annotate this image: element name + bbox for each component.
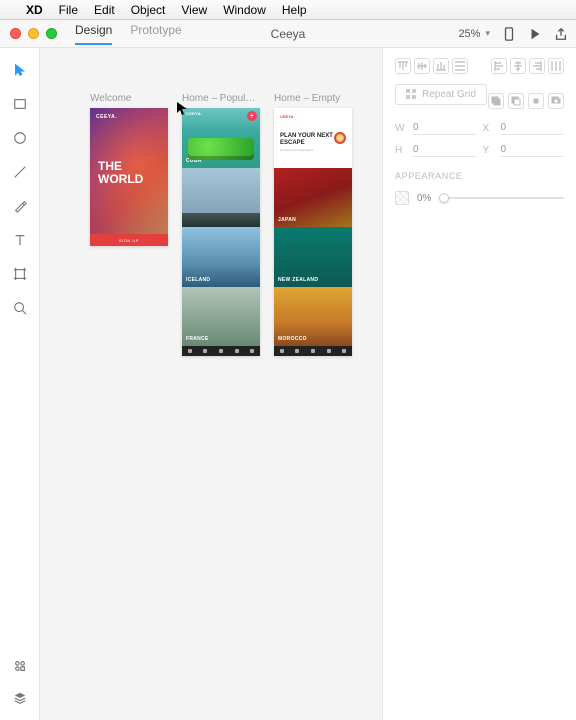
- properties-panel: Repeat Grid W X H Y APPEARANCE: [382, 48, 576, 720]
- slider-handle[interactable]: [439, 193, 449, 203]
- align-hcenter-icon[interactable]: [510, 58, 526, 74]
- path-add-icon[interactable]: [488, 93, 504, 109]
- canvas[interactable]: Welcome CEEYA. THE WORLD SIGN UP Home – …: [40, 48, 382, 720]
- tile-label: FRANCE: [186, 336, 209, 342]
- ellipse-tool[interactable]: [12, 130, 28, 146]
- opacity-value: 0%: [417, 193, 431, 204]
- tile-label: JAPAN: [278, 217, 296, 223]
- path-subtract-icon[interactable]: [508, 93, 524, 109]
- tile-france: FRANCE: [182, 287, 260, 347]
- tile-label: ICELAND: [186, 277, 210, 283]
- artboard-label[interactable]: Home – Populat...: [182, 93, 260, 104]
- h-label: H: [395, 145, 407, 156]
- artboard-welcome[interactable]: Welcome CEEYA. THE WORLD SIGN UP: [90, 93, 168, 246]
- bottom-nav: [182, 346, 260, 356]
- hero-subtitle: To these pro destinations: [280, 148, 346, 152]
- window-controls: [10, 28, 57, 39]
- align-top-icon[interactable]: [395, 58, 411, 74]
- zoom-window-button[interactable]: [46, 28, 57, 39]
- align-vcenter-icon[interactable]: [414, 58, 430, 74]
- align-right-icon[interactable]: [529, 58, 545, 74]
- brand-logo: CEEYA.: [90, 108, 168, 120]
- brand-logo: CEEYA.: [186, 111, 202, 116]
- artboard-home-populated[interactable]: Home – Populat... CEEYA. + CUBA ICELAND …: [182, 93, 260, 356]
- app-window: Design Prototype Ceeya 25% ▾: [0, 20, 576, 720]
- pen-tool[interactable]: [12, 198, 28, 214]
- menu-file[interactable]: File: [59, 3, 78, 17]
- height-input[interactable]: [413, 143, 477, 157]
- tile-venice: [182, 168, 260, 228]
- tile-cuba: CEEYA. + CUBA: [182, 108, 260, 168]
- line-tool[interactable]: [12, 164, 28, 180]
- minimize-window-button[interactable]: [28, 28, 39, 39]
- rectangle-tool[interactable]: [12, 96, 28, 112]
- brand-logo: CEEYA.: [280, 114, 346, 119]
- tab-prototype[interactable]: Prototype: [130, 23, 181, 45]
- distribute-v-icon[interactable]: [452, 58, 468, 74]
- chevron-down-icon: ▾: [485, 28, 490, 39]
- grid-icon: [406, 89, 417, 100]
- layers-icon[interactable]: [12, 690, 28, 706]
- artboard-home-empty[interactable]: Home – Empty CEEYA. PLAN YOUR NEXT ESCAP…: [274, 93, 352, 356]
- macos-menubar: XD File Edit Object View Window Help: [0, 0, 576, 20]
- close-window-button[interactable]: [10, 28, 21, 39]
- menu-help[interactable]: Help: [282, 3, 307, 17]
- x-label: X: [483, 123, 495, 134]
- artboard-tool[interactable]: [12, 266, 28, 282]
- document-title: Ceeya: [271, 27, 306, 41]
- titlebar: Design Prototype Ceeya 25% ▾: [0, 20, 576, 48]
- path-exclude-icon[interactable]: [548, 93, 564, 109]
- tool-rail: [0, 48, 40, 720]
- play-icon[interactable]: [528, 27, 542, 41]
- mode-tabs: Design Prototype: [75, 23, 182, 45]
- add-fab-icon: +: [247, 111, 257, 121]
- welcome-title: THE WORLD: [90, 120, 168, 185]
- tile-label: NEW ZEALAND: [278, 277, 318, 283]
- menu-edit[interactable]: Edit: [94, 3, 115, 17]
- menu-object[interactable]: Object: [131, 3, 166, 17]
- select-tool[interactable]: [12, 62, 28, 78]
- align-left-icon[interactable]: [491, 58, 507, 74]
- fill-swatch[interactable]: [395, 191, 409, 205]
- menu-view[interactable]: View: [181, 3, 207, 17]
- share-icon[interactable]: [554, 27, 568, 41]
- path-intersect-icon[interactable]: [528, 93, 544, 109]
- hero: CEEYA. PLAN YOUR NEXT ESCAPE To these pr…: [274, 108, 352, 168]
- text-tool[interactable]: [12, 232, 28, 248]
- zoom-tool[interactable]: [12, 300, 28, 316]
- artboard-label[interactable]: Home – Empty: [274, 93, 352, 104]
- device-preview-icon[interactable]: [502, 27, 516, 41]
- x-input[interactable]: [501, 121, 565, 135]
- y-label: Y: [483, 145, 495, 156]
- zoom-dropdown[interactable]: 25% ▾: [458, 28, 490, 40]
- tab-design[interactable]: Design: [75, 23, 112, 45]
- signup-button: SIGN UP: [90, 234, 168, 246]
- menu-window[interactable]: Window: [223, 3, 266, 17]
- y-input[interactable]: [501, 143, 565, 157]
- app-menu[interactable]: XD: [26, 3, 43, 17]
- repeat-grid-label: Repeat Grid: [422, 89, 476, 100]
- tile-japan: JAPAN: [274, 168, 352, 227]
- w-label: W: [395, 123, 407, 134]
- appearance-section-label: APPEARANCE: [395, 171, 564, 181]
- distribute-h-icon[interactable]: [548, 58, 564, 74]
- bottom-nav: [274, 346, 352, 356]
- compass-icon: [334, 132, 346, 144]
- tile-nz: NEW ZEALAND: [274, 227, 352, 286]
- artboard-label[interactable]: Welcome: [90, 93, 168, 104]
- width-input[interactable]: [413, 121, 477, 135]
- tile-label: MOROCCO: [278, 336, 307, 342]
- tile-iceland: ICELAND: [182, 227, 260, 287]
- tile-morocco: MOROCCO: [274, 287, 352, 346]
- opacity-slider[interactable]: [439, 197, 564, 199]
- assets-icon[interactable]: [12, 658, 28, 674]
- zoom-value: 25%: [458, 28, 480, 40]
- align-bottom-icon[interactable]: [433, 58, 449, 74]
